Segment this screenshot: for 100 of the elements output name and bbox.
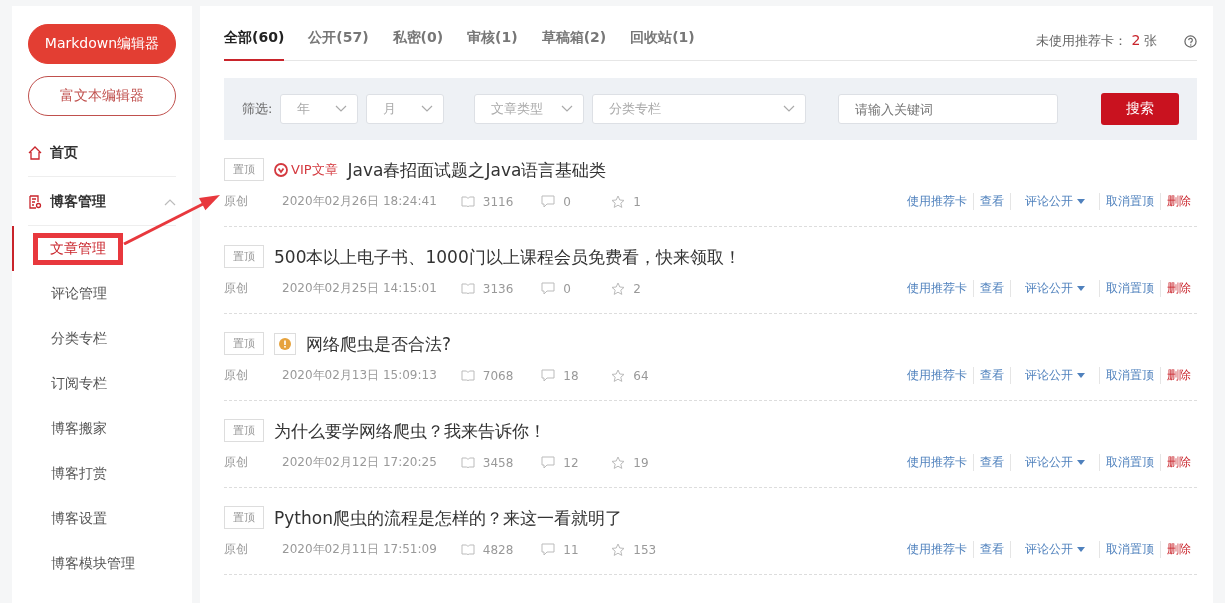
filter-tab[interactable]: 全部(60) [224,29,285,61]
book-icon [460,457,475,468]
nav-subitem[interactable]: 文章管理 [33,232,123,265]
article-action-link[interactable]: 评论公开 [1010,367,1099,384]
help-icon[interactable] [1184,35,1197,48]
keyword-field[interactable]: 请输入关键词 [838,94,1059,124]
article-action-link[interactable]: 使用推荐卡 [901,454,973,471]
article-action-link[interactable]: 取消置顶 [1099,280,1160,297]
article-action-link[interactable]: 删除 [1160,454,1197,471]
nav-subitem[interactable]: 分类专栏 [51,329,107,348]
chevron-down-icon [783,105,796,113]
editor-button[interactable]: Markdown编辑器 [28,24,176,64]
star-count: 19 [633,455,649,470]
read-count: 3136 [482,281,514,296]
pin-tag[interactable]: 置顶 [224,332,264,355]
filter-select[interactable]: 文章类型 [474,94,585,124]
article-action-link[interactable]: 删除 [1160,541,1197,558]
nav-subitem[interactable]: 博客搬家 [51,419,107,438]
filter-tab[interactable]: 公开(57) [308,29,369,61]
home-icon [28,146,42,160]
nav-subitem[interactable]: 评论管理 [51,284,107,303]
nav-subitem[interactable]: 博客设置 [51,509,107,528]
filter-tab[interactable]: 审核(1) [467,29,518,61]
article-action-link[interactable]: 删除 [1160,280,1197,297]
recommend-card-count: 未使用推荐卡： 2 张 [1036,32,1159,50]
article-action-link[interactable]: 查看 [973,454,1010,471]
article-action-link[interactable]: 使用推荐卡 [901,193,973,210]
search-button[interactable]: 搜索 [1101,93,1179,125]
nav-subitem[interactable]: 博客打赏 [51,464,107,483]
star-icon [611,542,626,557]
article-action-link[interactable]: 查看 [973,541,1010,558]
article-action-link[interactable]: 取消置顶 [1099,454,1160,471]
read-count: 3458 [482,455,514,470]
pin-tag[interactable]: 置顶 [224,506,264,529]
comment-count: 11 [563,542,579,557]
star-icon [611,455,626,470]
article-type: 原创 [224,367,248,384]
pin-tag[interactable]: 置顶 [224,245,264,268]
article-title[interactable]: Java春招面试题之Java语言基础类 [347,158,607,181]
article-action-link[interactable]: 取消置顶 [1099,541,1160,558]
book-icon [460,544,475,555]
article-type: 原创 [224,280,248,297]
chevron-down-icon [335,105,348,113]
comment-icon [541,369,556,382]
nav-subitem[interactable]: 订阅专栏 [51,374,107,393]
article-action-link[interactable]: 取消置顶 [1099,193,1160,210]
article-date: 2020年02月12日 17:20:25 [282,454,437,471]
article-action-link[interactable]: 评论公开 [1010,541,1099,558]
article-action-link[interactable]: 评论公开 [1010,193,1099,210]
article-action-link[interactable]: 查看 [973,367,1010,384]
article-action-link[interactable]: 使用推荐卡 [901,541,973,558]
article-title[interactable]: 500本以上电子书、1000门以上课程会员免费看，快来领取！ [274,245,741,268]
star-count: 153 [633,542,657,557]
nav-item[interactable]: 首页 [28,128,176,177]
book-icon [460,283,475,294]
warning-badge [274,332,296,355]
comment-icon [541,456,556,469]
read-count: 4828 [482,542,514,557]
article-title[interactable]: 为什么要学网络爬虫？我来告诉你！ [274,419,546,442]
caret-down-icon [1077,199,1085,204]
article-action-link[interactable]: 查看 [973,193,1010,210]
filter-select[interactable]: 月 [366,94,445,124]
caret-down-icon [1077,373,1085,378]
book-icon [460,370,475,381]
star-icon [611,281,626,296]
nav-item[interactable]: 博客管理 [28,177,176,226]
article-title[interactable]: Python爬虫的流程是怎样的？来这一看就明了 [274,506,622,529]
article-date: 2020年02月25日 14:15:01 [282,280,437,297]
article-type: 原创 [224,193,248,210]
article-date: 2020年02月26日 18:24:41 [282,193,437,210]
caret-down-icon [1077,460,1085,465]
pin-tag[interactable]: 置顶 [224,158,264,181]
filter-select[interactable]: 分类专栏 [592,94,807,124]
article-action-link[interactable]: 删除 [1160,367,1197,384]
article-action-link[interactable]: 删除 [1160,193,1197,210]
nav-subitem[interactable]: 博客模块管理 [51,554,135,573]
article-action-link[interactable]: 使用推荐卡 [901,367,973,384]
editor-button[interactable]: 富文本编辑器 [28,76,176,116]
star-count: 64 [633,368,649,383]
filter-tab[interactable]: 回收站(1) [630,29,695,61]
comment-icon [541,282,556,295]
chevron-down-icon [561,105,574,113]
read-count: 7068 [482,368,514,383]
article-date: 2020年02月13日 15:09:13 [282,367,437,384]
article-title[interactable]: 网络爬虫是否合法? [306,332,452,355]
filter-tab[interactable]: 私密(0) [392,29,444,61]
article-action-link[interactable]: 查看 [973,280,1010,297]
article-type: 原创 [224,454,248,471]
article-action-link[interactable]: 使用推荐卡 [901,280,973,297]
comment-count: 0 [563,281,571,296]
comment-count: 0 [563,194,571,209]
comment-count: 12 [563,455,579,470]
article-type: 原创 [224,541,248,558]
article-action-link[interactable]: 评论公开 [1010,280,1099,297]
pin-tag[interactable]: 置顶 [224,419,264,442]
article-action-link[interactable]: 取消置顶 [1099,367,1160,384]
filter-select[interactable]: 年 [280,94,359,124]
comment-icon [541,543,556,556]
filter-tab[interactable]: 草稿箱(2) [541,29,607,61]
article-action-link[interactable]: 评论公开 [1010,454,1099,471]
